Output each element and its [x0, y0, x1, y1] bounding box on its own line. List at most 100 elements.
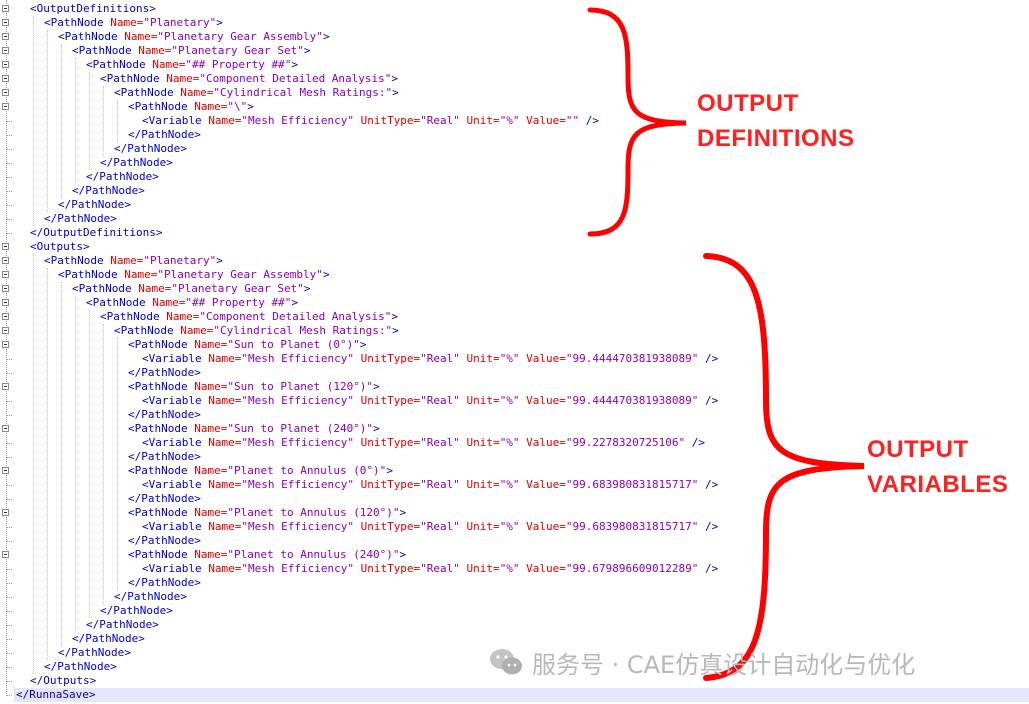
xml-punct: > [110, 660, 117, 673]
xml-line[interactable]: <PathNode Name="Planetary Gear Assembly"… [16, 268, 330, 282]
xml-line[interactable]: </PathNode> [16, 142, 187, 156]
collapse-icon[interactable] [2, 285, 9, 292]
collapse-icon[interactable] [2, 383, 9, 390]
collapse-icon[interactable] [2, 257, 9, 264]
xml-line[interactable]: <PathNode Name="## Property ##"> [16, 58, 298, 72]
xml-line[interactable]: <PathNode Name="Planetary"> [16, 16, 223, 30]
xml-line[interactable]: <PathNode Name="Cylindrical Mesh Ratings… [16, 86, 399, 100]
collapse-icon[interactable] [2, 271, 9, 278]
collapse-icon[interactable] [2, 467, 9, 474]
xml-attribute-value: "99.444470381938089" [565, 352, 699, 365]
xml-line[interactable]: </PathNode> [16, 632, 145, 646]
xml-line[interactable]: <Variable Name="Mesh Efficiency" UnitTyp… [16, 436, 705, 450]
collapse-icon[interactable] [2, 299, 9, 306]
collapse-icon[interactable] [2, 425, 9, 432]
xml-editor[interactable]: <OutputDefinitions> <PathNode Name="Plane… [0, 0, 1029, 704]
xml-line[interactable]: <Outputs> [16, 240, 90, 254]
collapse-icon[interactable] [2, 103, 9, 110]
collapse-icon[interactable] [2, 509, 9, 516]
xml-line[interactable]: </PathNode> [16, 128, 201, 142]
collapse-icon[interactable] [2, 89, 9, 96]
xml-line[interactable]: </PathNode> [16, 170, 159, 184]
xml-attribute: Value= [519, 436, 566, 449]
xml-line[interactable]: <Variable Name="Mesh Efficiency" UnitTyp… [16, 394, 718, 408]
collapse-icon[interactable] [2, 313, 9, 320]
xml-line[interactable]: </PathNode> [16, 618, 159, 632]
xml-line[interactable]: <PathNode Name="Planet to Annulus (0°)"> [16, 464, 393, 478]
fold-tick [6, 177, 12, 178]
xml-attribute: Name= [103, 16, 144, 29]
collapse-icon[interactable] [2, 33, 9, 40]
indent-guide [103, 86, 104, 156]
xml-line[interactable]: </OutputDefinitions> [16, 226, 162, 240]
xml-line[interactable]: <PathNode Name="Component Detailed Analy… [16, 310, 398, 324]
collapse-icon[interactable] [2, 341, 9, 348]
output-variables-label: OUTPUT VARIABLES [867, 432, 1008, 502]
xml-line[interactable]: </PathNode> [16, 660, 117, 674]
collapse-icon[interactable] [2, 47, 9, 54]
collapse-icon[interactable] [2, 5, 9, 12]
xml-line[interactable]: </PathNode> [16, 576, 201, 590]
xml-line[interactable]: </PathNode> [16, 590, 187, 604]
xml-attribute: Value= [519, 562, 566, 575]
collapse-icon[interactable] [2, 19, 9, 26]
xml-line[interactable]: <Variable Name="Mesh Efficiency" UnitTyp… [16, 520, 718, 534]
xml-line[interactable]: <PathNode Name="Sun to Planet (120°)"> [16, 380, 380, 394]
xml-line-content: <PathNode Name="Sun to Planet (120°)"> [16, 380, 380, 393]
xml-line[interactable]: </PathNode> [16, 184, 145, 198]
collapse-icon[interactable] [2, 61, 9, 68]
xml-line[interactable]: </PathNode> [16, 212, 117, 226]
xml-line[interactable]: </PathNode> [16, 450, 201, 464]
xml-line[interactable]: <PathNode Name="Component Detailed Analy… [16, 72, 398, 86]
indent-guide [61, 44, 62, 198]
xml-line[interactable]: </PathNode> [16, 492, 201, 506]
xml-line[interactable]: <OutputDefinitions> [16, 2, 156, 16]
xml-punct: < [58, 30, 65, 43]
xml-line[interactable]: <PathNode Name="Sun to Planet (240°)"> [16, 422, 380, 436]
xml-line[interactable]: <Variable Name="Mesh Efficiency" UnitTyp… [16, 562, 718, 576]
xml-attribute: Name= [201, 562, 242, 575]
xml-line-content: <Variable Name="Mesh Efficiency" UnitTyp… [16, 394, 718, 407]
collapse-icon[interactable] [2, 75, 9, 82]
xml-attribute: Name= [187, 100, 228, 113]
xml-line[interactable]: <Variable Name="Mesh Efficiency" UnitTyp… [16, 478, 718, 492]
xml-line[interactable]: <PathNode Name="Planetary"> [16, 254, 223, 268]
xml-punct: </ [100, 604, 114, 617]
xml-line[interactable]: </PathNode> [16, 604, 173, 618]
fold-tick [6, 205, 12, 206]
xml-punct: < [128, 548, 135, 561]
xml-punct: > [152, 170, 159, 183]
xml-line[interactable]: </RunnaSave> [14, 688, 1029, 702]
output-definitions-label: OUTPUT DEFINITIONS [697, 86, 855, 156]
xml-line[interactable]: </PathNode> [16, 408, 201, 422]
collapse-icon[interactable] [2, 243, 9, 250]
xml-punct: </ [114, 590, 128, 603]
xml-punct: > [322, 30, 330, 43]
xml-line[interactable]: </PathNode> [16, 534, 201, 548]
xml-line[interactable]: <PathNode Name="Cylindrical Mesh Ratings… [16, 324, 399, 338]
xml-punct: < [128, 422, 135, 435]
xml-attribute: Value= [519, 520, 566, 533]
xml-line-content: </PathNode> [16, 450, 201, 463]
xml-line[interactable]: <PathNode Name="Planetary Gear Assembly"… [16, 30, 330, 44]
xml-punct: > [216, 254, 223, 267]
fold-tick [6, 219, 12, 220]
collapse-icon[interactable] [2, 551, 9, 558]
xml-punct: > [110, 212, 117, 225]
xml-line[interactable]: </Outputs> [16, 674, 96, 688]
xml-tag-name: Variable [148, 520, 202, 533]
xml-attribute: Name= [187, 422, 228, 435]
xml-line[interactable]: </PathNode> [16, 156, 173, 170]
xml-line[interactable]: </PathNode> [16, 366, 201, 380]
xml-punct: > [180, 590, 187, 603]
xml-punct: > [291, 296, 298, 309]
collapse-icon[interactable] [2, 327, 9, 334]
xml-line[interactable]: <Variable Name="Mesh Efficiency" UnitTyp… [16, 352, 718, 366]
xml-punct: </ [86, 170, 100, 183]
xml-tag-name: PathNode [78, 282, 132, 295]
xml-line[interactable]: <PathNode Name="Sun to Planet (0°)"> [16, 338, 366, 352]
xml-line[interactable]: <PathNode Name="\"> [16, 100, 254, 114]
xml-line[interactable]: <PathNode Name="## Property ##"> [16, 296, 298, 310]
xml-attribute-value: "99.679896609012289" [565, 562, 699, 575]
xml-attribute-value: "99.444470381938089" [565, 394, 699, 407]
